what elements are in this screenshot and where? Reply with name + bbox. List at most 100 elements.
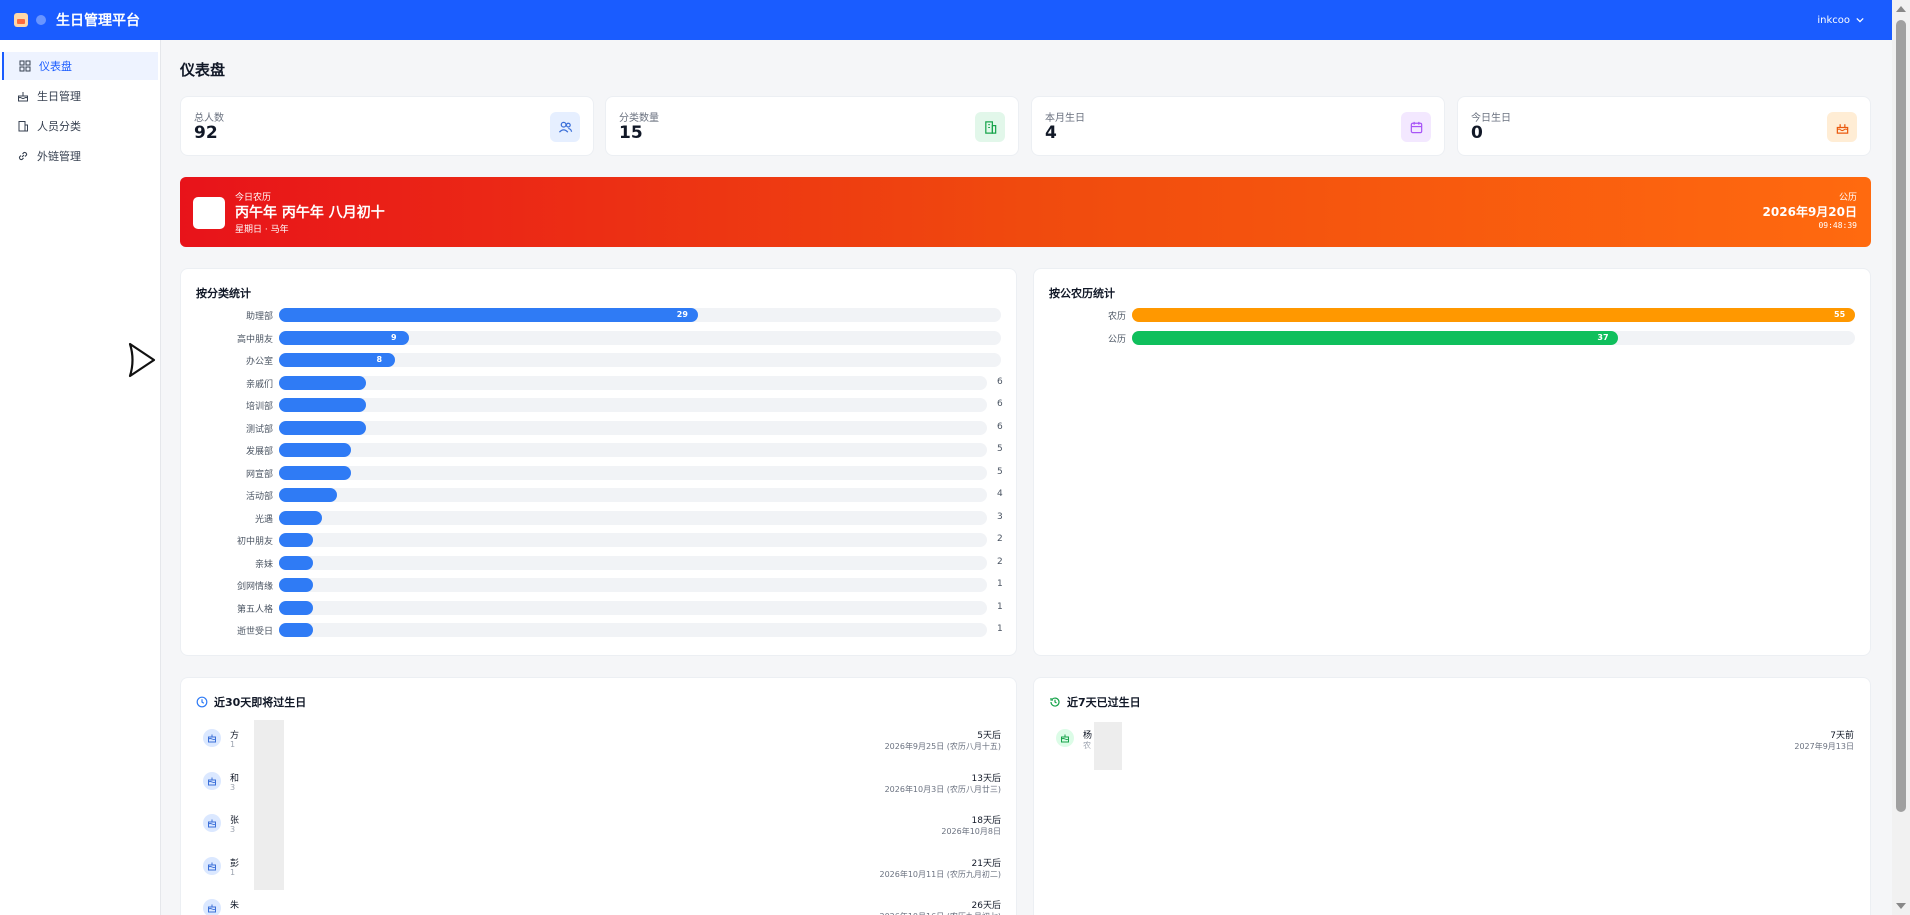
bar-track	[279, 533, 987, 547]
birthday-date: 2026年9月25日 (农历八月十五)	[884, 742, 1001, 751]
user-menu[interactable]: inkcoo	[1817, 15, 1864, 26]
sidebar: 仪表盘 生日管理 人员分类 外链管理	[0, 40, 161, 915]
bar-row: 测试部 6	[196, 420, 1031, 435]
scroll-up-icon[interactable]	[1896, 6, 1906, 12]
bar-row: 网宣部 5	[196, 465, 1031, 480]
person-category: 1	[230, 740, 236, 749]
cake-icon	[1827, 112, 1857, 142]
bar-track	[279, 623, 987, 637]
bar-value-label: 6	[997, 399, 1003, 409]
bar-row: 农历 55	[1049, 308, 1885, 322]
calendar-icon	[1401, 112, 1431, 142]
sidebar-item-links[interactable]: 外链管理	[2, 142, 158, 170]
bar-category-label: 农历	[1107, 312, 1126, 322]
list-item[interactable]: 朱 26天后2026年10月16日 (农历九月初七)	[196, 891, 1001, 915]
stat-card-categories: 分类数量 15	[605, 96, 1019, 156]
bar-fill	[279, 600, 313, 615]
scroll-down-icon[interactable]	[1896, 903, 1906, 909]
bar-row: 培训部 6	[196, 398, 1031, 412]
birthday-date: 2027年9月13日	[1794, 742, 1854, 751]
bar-fill	[279, 398, 366, 412]
calendar-badge-icon	[193, 197, 225, 229]
bar-category-label: 初中朋友	[236, 537, 273, 547]
stat-label: 分类数量	[619, 113, 659, 124]
calendar-type-bar-chart: 农历 55 公历 37	[1034, 269, 1870, 655]
gift-avatar-icon	[203, 899, 221, 915]
top-bar: 生日管理平台 inkcoo	[0, 0, 1892, 40]
bar-category-label: 高中朋友	[236, 334, 273, 345]
bar-track	[279, 510, 987, 525]
days-remaining: 18天后	[971, 816, 1001, 826]
bar-value-label: 29	[676, 310, 688, 319]
list-item[interactable]: 张 3 18天后 2026年10月8日	[196, 806, 1001, 840]
bar-track	[279, 578, 987, 592]
category-chart-panel: 按分类统计 助理部 29 高中朋友 9 办公室 8 亲戚们 6 培训部 6 测试部 6 发展部 5 网宣部 5…	[180, 268, 1017, 656]
bar-category-label: 公历	[1107, 334, 1126, 345]
bar-row: 助理部 29	[196, 308, 1031, 322]
bar-category-label: 发展部	[245, 447, 273, 457]
bar-value-label: 1	[997, 601, 1003, 612]
bar-fill	[1132, 308, 1855, 322]
bar-value-label: 6	[997, 376, 1003, 387]
bar-fill	[279, 375, 366, 390]
gift-avatar-icon	[203, 771, 221, 790]
bar-fill	[279, 623, 313, 637]
sidebar-item-dashboard[interactable]: 仪表盘	[2, 52, 158, 80]
stat-value: 4	[1045, 123, 1057, 143]
gift-avatar-icon	[203, 729, 221, 747]
page-scrollbar[interactable]	[1892, 0, 1910, 915]
person-category: 3	[230, 825, 236, 834]
birthday-date: 2026年10月3日 (农历八月廿三)	[884, 784, 1001, 794]
lunar-date-banner: 今日农历 丙午年 丙午年 八月初十 星期日 · 马年 公历 2026年9月20日…	[180, 177, 1871, 247]
history-icon	[1050, 697, 1060, 707]
bar-category-label: 办公室	[245, 357, 273, 367]
bar-fill	[279, 465, 352, 480]
birthday-date: 2026年10月16日 (农历九月初七)	[879, 911, 1001, 915]
scroll-thumb[interactable]	[1896, 20, 1906, 812]
menu-toggle-icon[interactable]	[36, 15, 46, 25]
panel-title: 近30天即将过生日	[214, 696, 307, 709]
bar-row: 初中朋友 2	[196, 533, 1031, 547]
list-item[interactable]: 和 3 13天后 2026年10月3日 (农历八月廿三)	[196, 764, 1001, 798]
bar-category-label: 活动部	[245, 492, 273, 502]
redacted-area	[254, 720, 284, 890]
clock-icon	[196, 696, 208, 708]
days-remaining: 7天前	[1830, 731, 1854, 741]
days-remaining: 21天后	[971, 858, 1001, 869]
person-category: 3	[230, 782, 236, 792]
stat-label: 本月生日	[1045, 113, 1085, 124]
list-item[interactable]: 杨农 7天前 2027年9月13日	[1049, 721, 1854, 755]
building-icon	[18, 121, 28, 132]
person-name: 朱	[230, 901, 240, 911]
redacted-area	[1094, 722, 1122, 770]
users-icon	[550, 112, 580, 142]
sidebar-item-categories[interactable]: 人员分类	[2, 112, 158, 140]
clock-time: 09:48:39	[1818, 221, 1857, 230]
gift-avatar-icon	[203, 814, 221, 832]
list-item[interactable]: 彭 1 21天后 2026年10月11日 (农历九月初二)	[196, 849, 1001, 883]
bar-row: 光遇 3	[196, 510, 1031, 525]
weekday: 星期日 · 马年	[235, 225, 289, 235]
bar-row: 亲妹 2	[196, 555, 1031, 570]
sidebar-item-birthdays[interactable]: 生日管理	[2, 82, 158, 110]
bar-fill	[279, 533, 313, 547]
bar-category-label: 剑网情缘	[236, 582, 273, 592]
bar-row: 逝世受日 1	[196, 623, 1031, 637]
bar-value-label: 4	[997, 489, 1003, 499]
bar-row: 办公室 8	[196, 353, 1031, 367]
page-title: 仪表盘	[180, 61, 226, 79]
bar-track	[279, 375, 987, 390]
stat-value: 0	[1471, 123, 1483, 143]
birthday-date: 2026年10月8日	[941, 827, 1001, 836]
cake-icon	[18, 92, 28, 102]
bar-fill	[279, 420, 366, 435]
list-item[interactable]: 方 1 5天后 2026年9月25日 (农历八月十五)	[196, 721, 1001, 755]
sidebar-item-label: 仪表盘	[39, 60, 72, 73]
solar-date: 2026年9月20日	[1762, 205, 1857, 219]
bar-row: 剑网情缘 1	[196, 578, 1031, 592]
stat-value: 92	[194, 123, 218, 143]
bar-row: 亲戚们 6	[196, 375, 1031, 390]
bar-value-label: 2	[997, 534, 1003, 544]
bar-value-label: 55	[1834, 310, 1846, 319]
bar-fill	[279, 510, 323, 525]
